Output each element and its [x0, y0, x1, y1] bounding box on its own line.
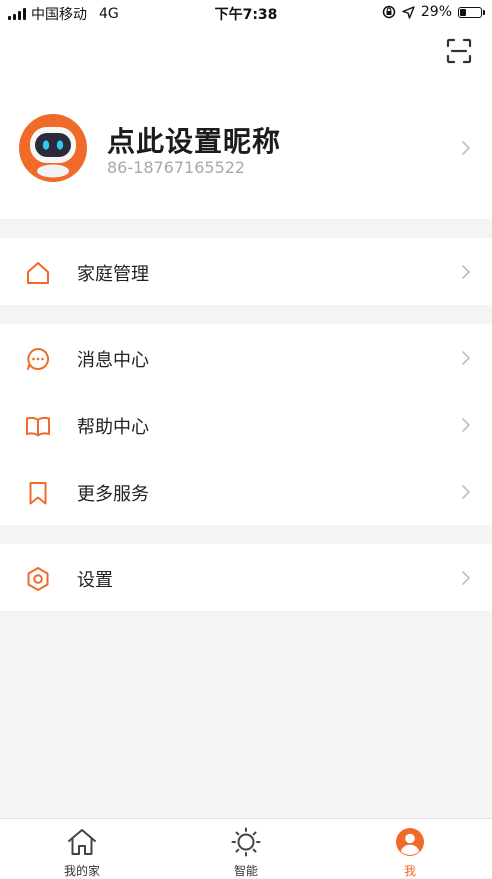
status-right: 29% — [382, 4, 485, 20]
chevron-right-icon — [462, 418, 470, 432]
robot-avatar[interactable] — [19, 114, 87, 182]
menu-item-help-center[interactable]: 帮助中心 — [0, 391, 492, 458]
settings-icon — [27, 567, 49, 591]
sun-icon — [231, 827, 261, 857]
tab-label: 智能 — [233, 864, 258, 878]
menu-item-message-center[interactable]: 消息中心 — [0, 324, 492, 391]
menu-item-label: 帮助中心 — [77, 417, 149, 438]
menu-item-more-services[interactable]: 更多服务 — [0, 458, 492, 525]
chevron-right-icon — [462, 141, 470, 155]
menu-group-services: 消息中心 帮助中心 更多服务 — [0, 324, 492, 525]
bookmark-icon — [29, 482, 47, 505]
menu-item-settings[interactable]: 设置 — [0, 544, 492, 611]
tab-label: 我 — [403, 864, 416, 878]
person-icon — [396, 828, 424, 856]
location-arrow-icon — [402, 5, 415, 19]
menu-item-label: 消息中心 — [77, 350, 149, 371]
menu-item-label: 设置 — [77, 570, 113, 591]
chevron-right-icon — [462, 485, 470, 499]
home-icon — [27, 262, 49, 284]
scan-icon[interactable] — [446, 38, 472, 64]
tab-bar: 我的家 智能 我 — [0, 818, 492, 878]
tab-me[interactable]: 我 — [328, 819, 492, 879]
battery-percent: 29% — [420, 4, 452, 20]
chevron-right-icon — [462, 571, 470, 585]
menu-item-label: 更多服务 — [77, 484, 149, 505]
nickname-label[interactable]: 点此设置昵称 — [107, 120, 281, 160]
chevron-right-icon — [462, 351, 470, 365]
tab-label: 我的家 — [63, 864, 100, 878]
book-icon — [26, 416, 50, 437]
menu-group-settings: 设置 — [0, 544, 492, 611]
battery-icon — [458, 6, 485, 18]
menu-group-family: 家庭管理 — [0, 238, 492, 305]
phone-number: 86-18767165522 — [107, 158, 246, 177]
menu-item-label: 家庭管理 — [77, 264, 149, 285]
tab-my-home[interactable]: 我的家 — [0, 819, 164, 879]
battery-level — [460, 8, 467, 16]
message-icon — [27, 348, 50, 370]
profile-row[interactable]: 点此设置昵称 86-18767165522 — [0, 100, 492, 200]
chevron-right-icon — [462, 265, 470, 279]
home-icon — [68, 829, 96, 855]
menu-item-family-management[interactable]: 家庭管理 — [0, 238, 492, 305]
rotation-lock-icon — [382, 5, 396, 19]
tab-smart[interactable]: 智能 — [164, 819, 328, 879]
status-bar: 中国移动 4G 下午7:38 29% — [0, 0, 492, 26]
